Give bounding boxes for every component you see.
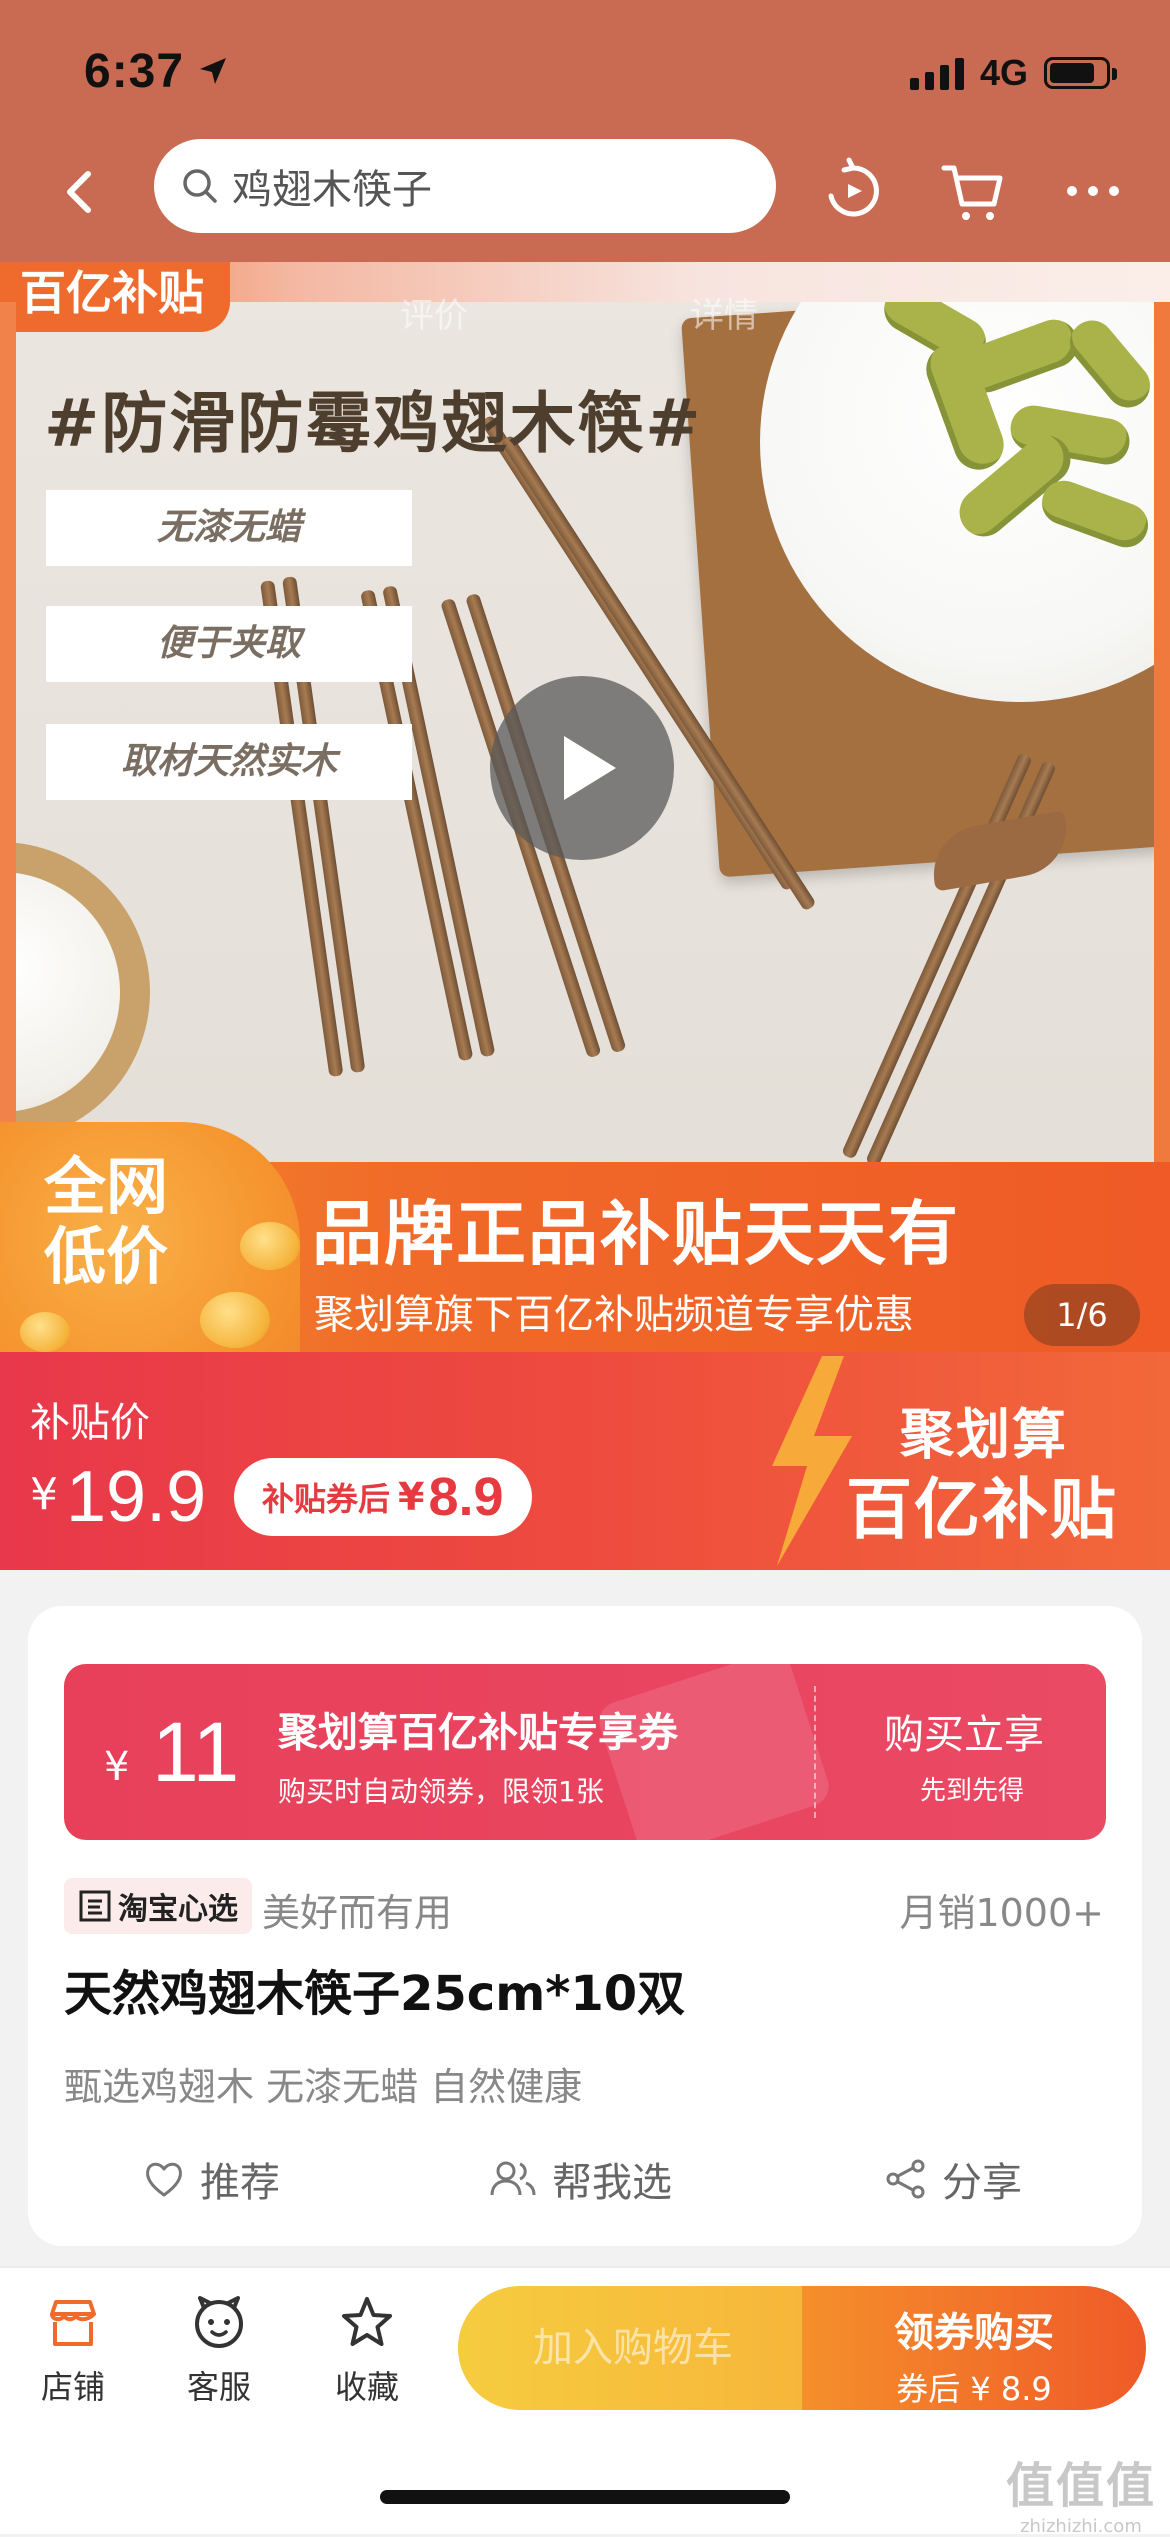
coupon-buy-button[interactable]: 领券购买 券后 ¥ 8.9 (802, 2286, 1146, 2410)
gallery-page-indicator: 1/6 (1024, 1284, 1140, 1346)
taobao-xinxuan-logo-icon (79, 1890, 111, 1922)
add-to-cart-button[interactable]: 加入购物车 (458, 2286, 808, 2410)
product-gallery[interactable]: 宝贝 评价 详情 百亿补贴 #防滑防霉鸡翅木筷# 无漆无蜡 便于夹取 取材天然实… (0, 262, 1170, 1352)
hero-tag: 便于夹取 (46, 606, 412, 682)
play-video-button[interactable] (490, 676, 674, 860)
tab-favorite-label: 收藏 (334, 2368, 399, 2406)
store-badge-text: 淘宝心选 (118, 1892, 238, 1927)
brand-billion-subsidy: 百亿补贴 (846, 1471, 1118, 1548)
tab-shop[interactable]: 店铺 (18, 2294, 128, 2408)
tab-shop-label: 店铺 (40, 2368, 105, 2406)
share-button[interactable]: 分享 (884, 2150, 1022, 2208)
watermark: 值值值 zhizhizhi.com (1006, 2446, 1156, 2537)
people-icon (490, 2161, 536, 2196)
product-description: 甄选鸡翅木 无漆无蜡 自然健康 (64, 2065, 583, 2109)
search-query: 鸡翅木筷子 (232, 167, 432, 213)
after-coupon-value: 8.9 (428, 1467, 504, 1527)
hero-banner-subtitle: 聚划算旗下百亿补贴频道专享优惠 (314, 1292, 914, 1338)
help-choose-label: 帮我选 (552, 2160, 672, 2206)
star-icon (342, 2297, 392, 2346)
cart-icon[interactable] (938, 156, 1008, 226)
coupon-subtitle: 购买时自动领券，限领1张 (278, 1775, 604, 1808)
price-value: ¥19.9 (30, 1456, 206, 1538)
product-title: 天然鸡翅木筷子25cm*10双 (64, 1966, 686, 2022)
share-icon (886, 2159, 925, 2199)
billion-subsidy-badge: 百亿补贴 (0, 262, 230, 332)
currency-symbol: ¥ (398, 1475, 425, 1519)
hero-banner-title: 品牌正品补贴天天有 (312, 1193, 960, 1275)
taobao-xinxuan-badge[interactable]: 淘宝心选 (64, 1878, 252, 1934)
heart-icon (146, 2162, 182, 2197)
network-type: 4G (979, 52, 1028, 93)
tab-service-label: 客服 (186, 2368, 251, 2406)
price-number: 19.9 (66, 1457, 207, 1537)
coupon-buy-label: 领券购买 (894, 2310, 1054, 2356)
watermark-domain: zhizhizhi.com (1020, 2516, 1142, 2537)
more-icon[interactable] (1058, 156, 1128, 226)
hero-title: #防滑防霉鸡翅木筷# (44, 385, 703, 462)
top-header: 6:37 4G 鸡翅木筷子 (0, 0, 1170, 262)
status-indicators: 4G (909, 52, 1117, 94)
coupon-action-subtitle: 先到先得 (920, 1776, 1025, 1806)
home-indicator[interactable] (380, 2490, 790, 2504)
back-arrow-icon[interactable] (50, 162, 110, 222)
store-slogan: 美好而有用 (262, 1891, 453, 1935)
recommend-button[interactable]: 推荐 (142, 2150, 280, 2208)
coupon-currency: ¥ (104, 1744, 130, 1790)
currency-symbol: ¥ (30, 1469, 58, 1520)
tab-service[interactable]: 客服 (164, 2294, 274, 2408)
hero-banner-left-text: 全网低价 (44, 1150, 169, 1293)
hero-tag: 无漆无蜡 (46, 490, 412, 566)
recommend-label: 推荐 (200, 2160, 280, 2206)
help-choose-button[interactable]: 帮我选 (488, 2150, 672, 2208)
search-bar[interactable]: 鸡翅木筷子 (154, 139, 776, 233)
shop-icon (50, 2300, 96, 2346)
coupon-buy-price: 券后 ¥ 8.9 (896, 2370, 1052, 2408)
monthly-sales: 月销1000+ (899, 1891, 1104, 1935)
history-icon[interactable] (818, 156, 888, 226)
battery-icon (1044, 57, 1117, 89)
coupon-amount: 11 (152, 1705, 240, 1799)
coupon-divider (814, 1686, 816, 1818)
watermark-text: 值值值 (1005, 2458, 1156, 2514)
signal-icon (909, 56, 964, 90)
after-coupon-price: 补贴券后 ¥ 8.9 (234, 1458, 532, 1536)
location-arrow-icon (200, 58, 226, 84)
tab-favorite[interactable]: 收藏 (312, 2294, 422, 2408)
hero-tag: 取材天然实木 (46, 724, 412, 800)
price-label: 补贴价 (30, 1400, 150, 1446)
customer-service-icon (195, 2296, 243, 2348)
coupon-action[interactable]: 购买立享 (884, 1702, 1044, 1760)
after-coupon-label: 补贴券后 (262, 1480, 391, 1518)
hero-faint-tab: 评价 (400, 296, 468, 336)
search-icon (183, 169, 217, 203)
status-time: 6:37 (84, 45, 185, 98)
share-label: 分享 (942, 2160, 1022, 2206)
coupon-title: 聚划算百亿补贴专享券 (278, 1710, 678, 1756)
hero-faint-tab: 详情 (690, 296, 758, 336)
coupon-banner[interactable]: ¥ 11 聚划算百亿补贴专享券 购买时自动领券，限领1张 购买立享 先到先得 (64, 1664, 1106, 1840)
